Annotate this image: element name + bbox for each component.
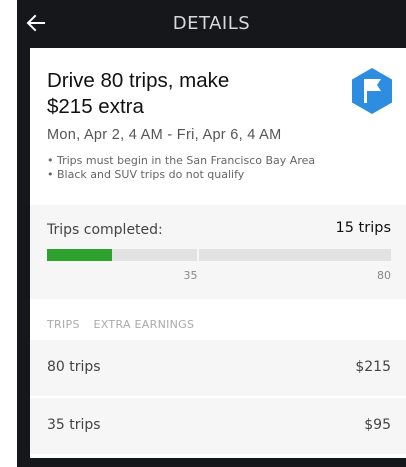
table-row: 35 trips $95	[30, 398, 406, 454]
column-header-extra-earnings: EXTRA EARNINGS	[93, 318, 195, 331]
headline-line-2: $215 extra	[47, 95, 144, 118]
page-title: DETAILS	[172, 13, 251, 34]
rule-item: • Black and SUV trips do not qualify	[47, 168, 245, 181]
milestone-label: 35	[183, 269, 198, 282]
column-header-trips: TRIPS	[47, 318, 80, 331]
progress-section: Trips completed: 15 trips 35 80	[30, 205, 406, 299]
table-row: 80 trips $215	[30, 340, 406, 396]
progress-label: Trips completed:	[47, 222, 163, 238]
rule-item: • Trips must begin in the San Francisco …	[47, 154, 316, 167]
milestone-label: 80	[377, 269, 391, 282]
milestone-tick	[196, 249, 199, 261]
progress-bar	[47, 249, 391, 261]
promo-rules: • Trips must begin in the San Francisco …	[47, 154, 315, 182]
progress-count: 15 trips	[335, 220, 392, 236]
row-earnings: $95	[364, 417, 391, 433]
row-earnings: $215	[355, 359, 391, 375]
row-trips: 80 trips	[47, 359, 101, 375]
row-trips: 35 trips	[47, 417, 101, 433]
headline-line-1: Drive 80 trips, make	[47, 69, 230, 92]
progress-bar-fill	[47, 249, 112, 261]
promo-dates: Mon, Apr 2, 4 AM - Fri, Apr 6, 4 AM	[47, 127, 282, 143]
flag-icon	[347, 66, 397, 116]
promo-headline: Drive 80 trips, make $215 extra	[47, 68, 327, 120]
top-bar: DETAILS	[17, 0, 406, 48]
table-header: TRIPS EXTRA EARNINGS	[47, 318, 204, 331]
